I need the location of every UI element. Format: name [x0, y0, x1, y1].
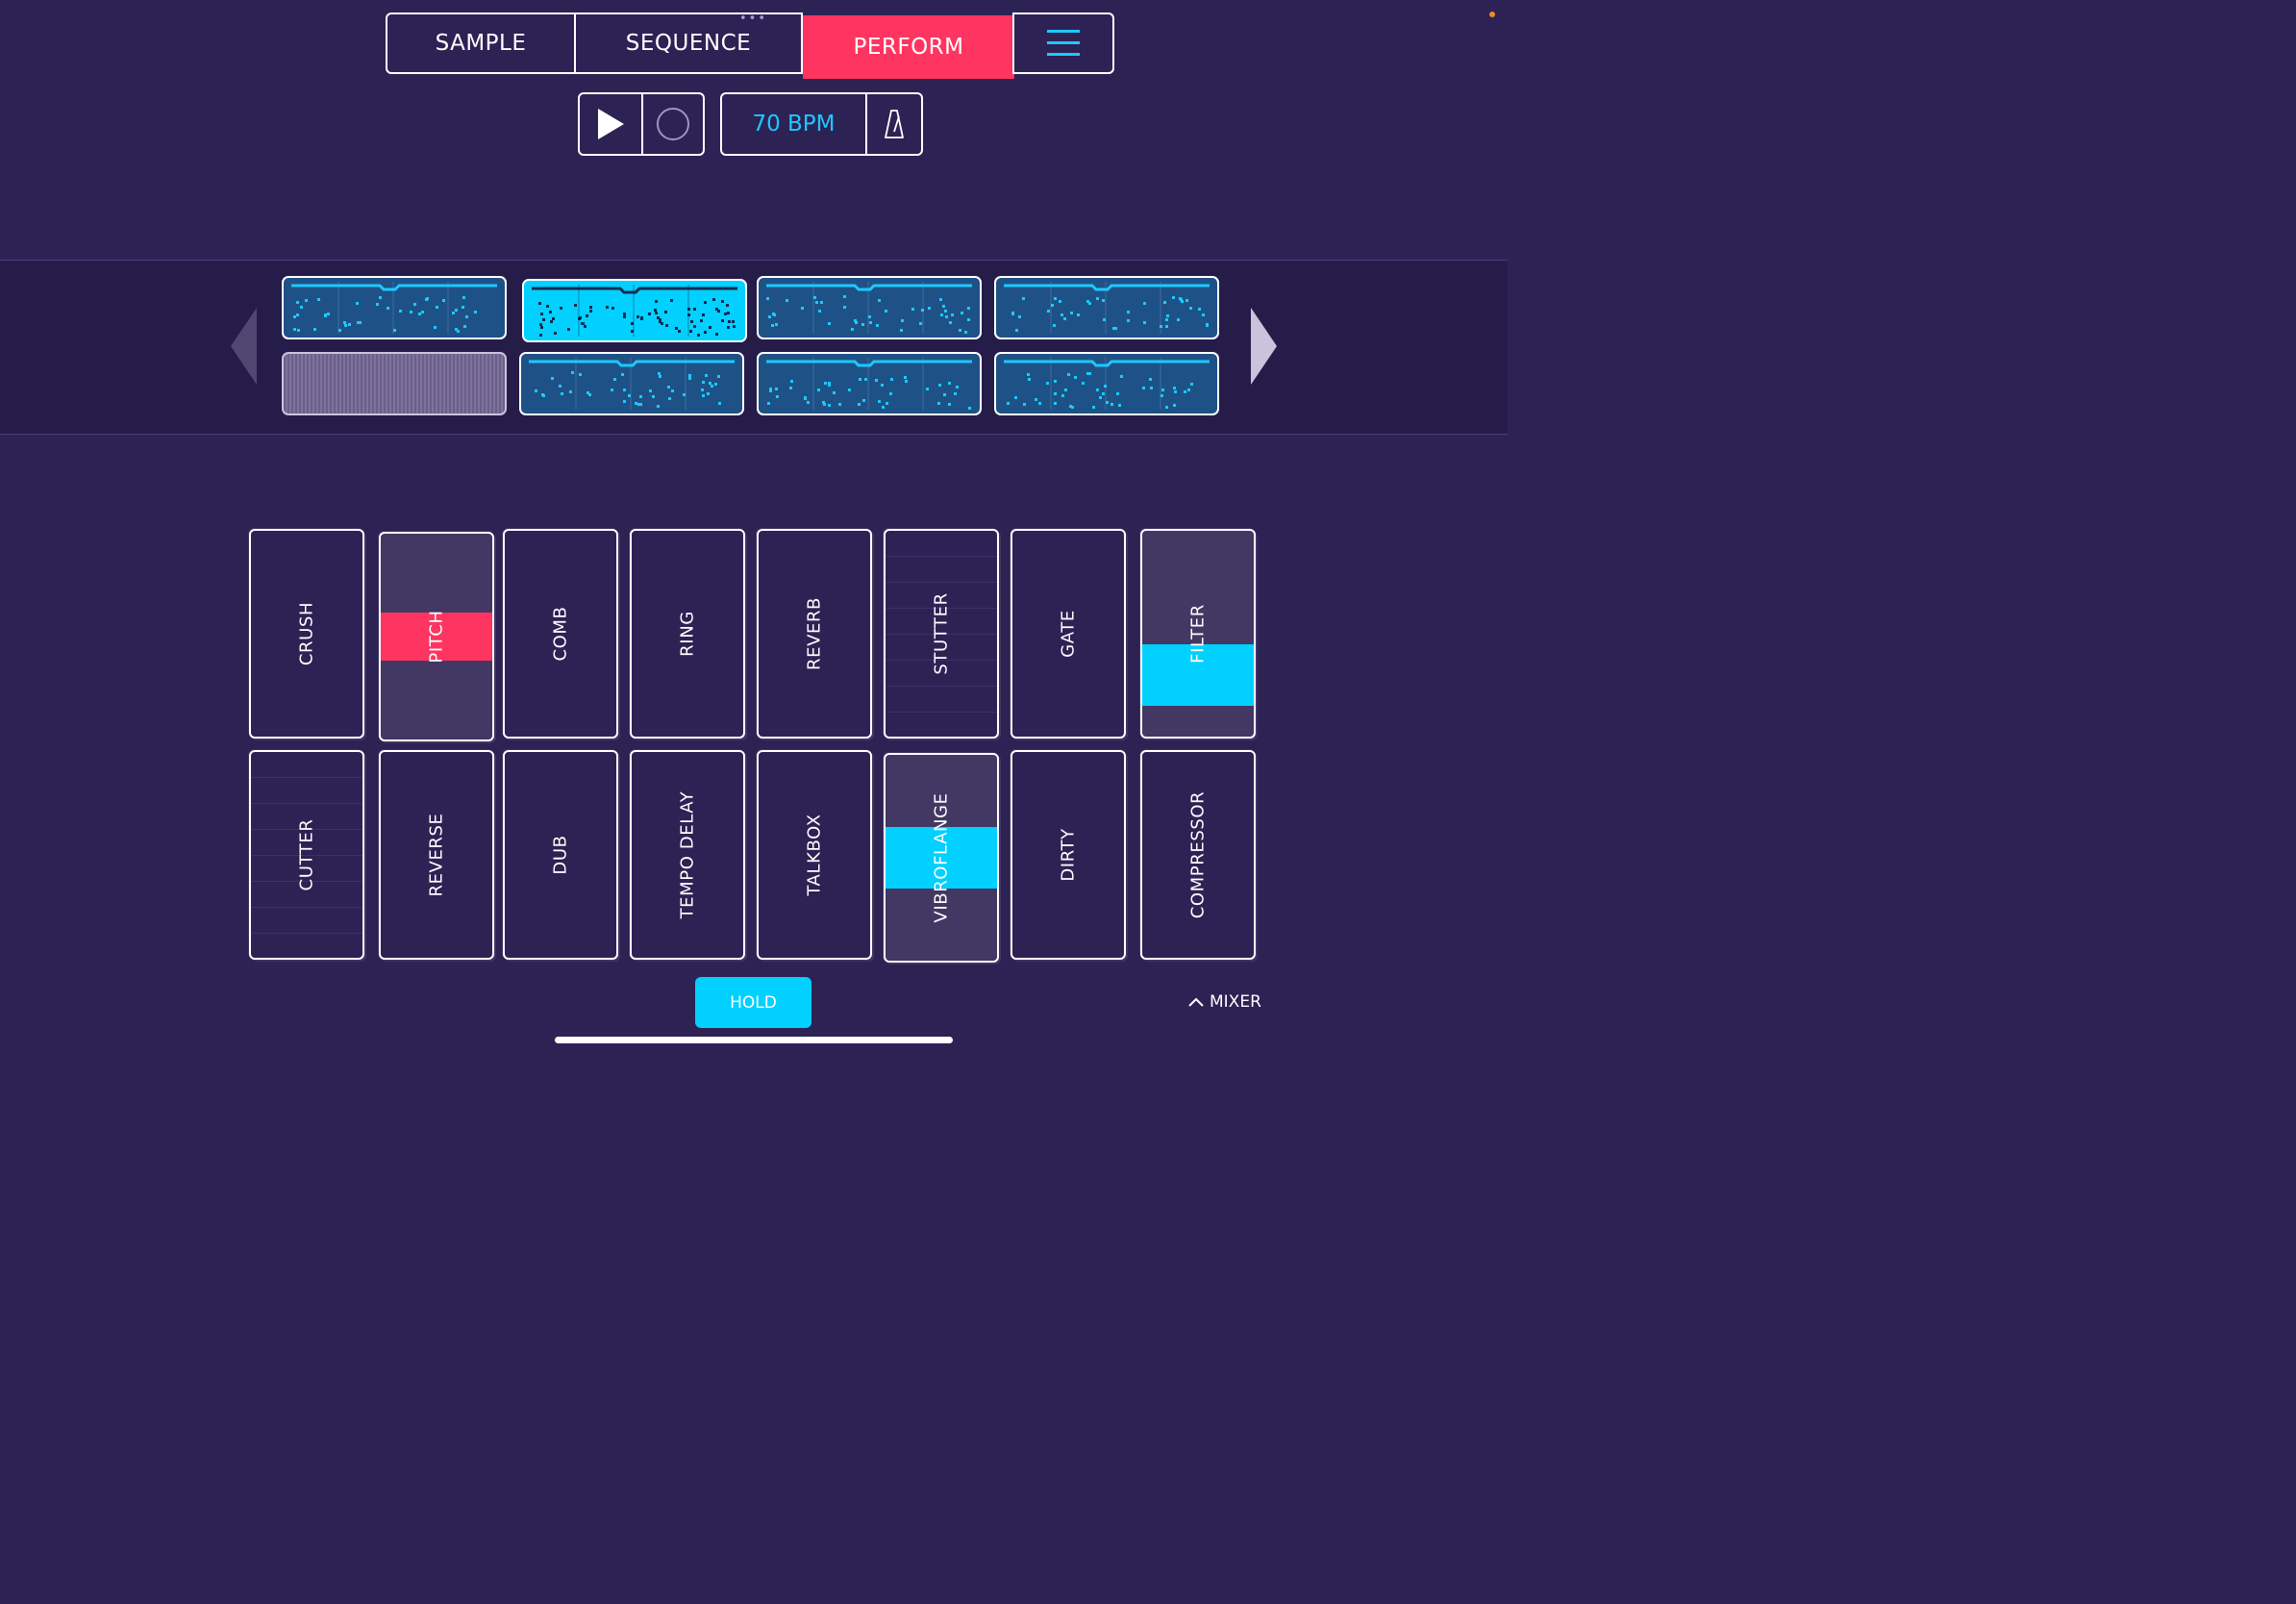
fx-label: TALKBOX	[804, 814, 825, 896]
fx-label: COMB	[550, 606, 571, 662]
fx-pad-reverse[interactable]: REVERSE	[379, 750, 494, 960]
chevron-up-icon	[1188, 997, 1204, 1007]
drag-handle-icon[interactable]: •••	[739, 12, 767, 26]
pattern-slot-1[interactable]	[282, 276, 507, 339]
pattern-slot-2[interactable]	[522, 279, 747, 342]
fx-pad-dub[interactable]: DUB	[503, 750, 618, 960]
fx-pad-stutter[interactable]: STUTTER	[884, 529, 999, 739]
chevron-right-icon[interactable]	[1250, 308, 1277, 385]
pattern-slot-7[interactable]	[757, 352, 982, 415]
status-dot	[1489, 12, 1495, 17]
record-icon	[657, 108, 689, 140]
tab-sample[interactable]: SAMPLE	[386, 13, 576, 74]
fx-pad-pitch[interactable]: PITCH	[379, 532, 494, 741]
menu-button[interactable]	[1012, 13, 1114, 74]
fx-label: REVERB	[804, 596, 825, 671]
pattern-slot-8[interactable]	[994, 352, 1219, 415]
fx-label: CRUSH	[296, 601, 317, 666]
tempo-controls: 70 BPM	[720, 92, 923, 156]
fx-label: COMPRESSOR	[1187, 790, 1209, 919]
pattern-slot-5[interactable]	[282, 352, 507, 415]
chevron-left-icon[interactable]	[231, 308, 258, 385]
pattern-slot-4[interactable]	[994, 276, 1219, 339]
metronome-button[interactable]	[867, 94, 921, 154]
fx-pad-cutter[interactable]: CUTTER	[249, 750, 364, 960]
play-icon	[598, 109, 624, 139]
tempo-button[interactable]: 70 BPM	[722, 94, 865, 154]
fx-label: VIBROFLANGE	[931, 792, 952, 923]
fx-label: FILTER	[1187, 604, 1209, 664]
fx-pad-gate[interactable]: GATE	[1011, 529, 1126, 739]
fx-label: REVERSE	[426, 813, 447, 897]
fx-pad-comb[interactable]: COMB	[503, 529, 618, 739]
fx-label: DIRTY	[1058, 828, 1079, 882]
fx-pad-dirty[interactable]: DIRTY	[1011, 750, 1126, 960]
fx-label: STUTTER	[931, 592, 952, 675]
fx-pad-reverb[interactable]: REVERB	[757, 529, 872, 739]
fx-pad-filter[interactable]: FILTER	[1140, 529, 1256, 739]
tab-perform[interactable]: PERFORM	[803, 15, 1014, 79]
fx-label: TEMPO DELAY	[677, 790, 698, 919]
record-button[interactable]	[643, 94, 703, 154]
pattern-bank	[0, 260, 1508, 435]
fx-pad-ring[interactable]: RING	[630, 529, 745, 739]
fx-label: CUTTER	[296, 818, 317, 891]
pattern-slot-3[interactable]	[757, 276, 982, 339]
fx-label: DUB	[550, 835, 571, 875]
mixer-label: MIXER	[1210, 992, 1261, 1012]
fx-pad-vibroflange[interactable]: VIBROFLANGE	[884, 753, 999, 963]
metronome-icon	[885, 110, 904, 138]
mixer-button[interactable]: MIXER	[1188, 990, 1261, 1014]
hold-button[interactable]: HOLD	[695, 977, 811, 1028]
home-indicator	[555, 1037, 953, 1043]
fx-label: RING	[677, 611, 698, 657]
fx-pad-talkbox[interactable]: TALKBOX	[757, 750, 872, 960]
fx-pad-crush[interactable]: CRUSH	[249, 529, 364, 739]
hamburger-icon	[1047, 30, 1080, 56]
fx-label: PITCH	[426, 610, 447, 664]
pattern-slot-6[interactable]	[519, 352, 744, 415]
fx-pad-tempo-delay[interactable]: TEMPO DELAY	[630, 750, 745, 960]
tab-sequence[interactable]: SEQUENCE	[574, 13, 803, 74]
play-button[interactable]	[580, 94, 641, 154]
transport-controls	[578, 92, 705, 156]
fx-pad-compressor[interactable]: COMPRESSOR	[1140, 750, 1256, 960]
fx-label: GATE	[1058, 610, 1079, 658]
